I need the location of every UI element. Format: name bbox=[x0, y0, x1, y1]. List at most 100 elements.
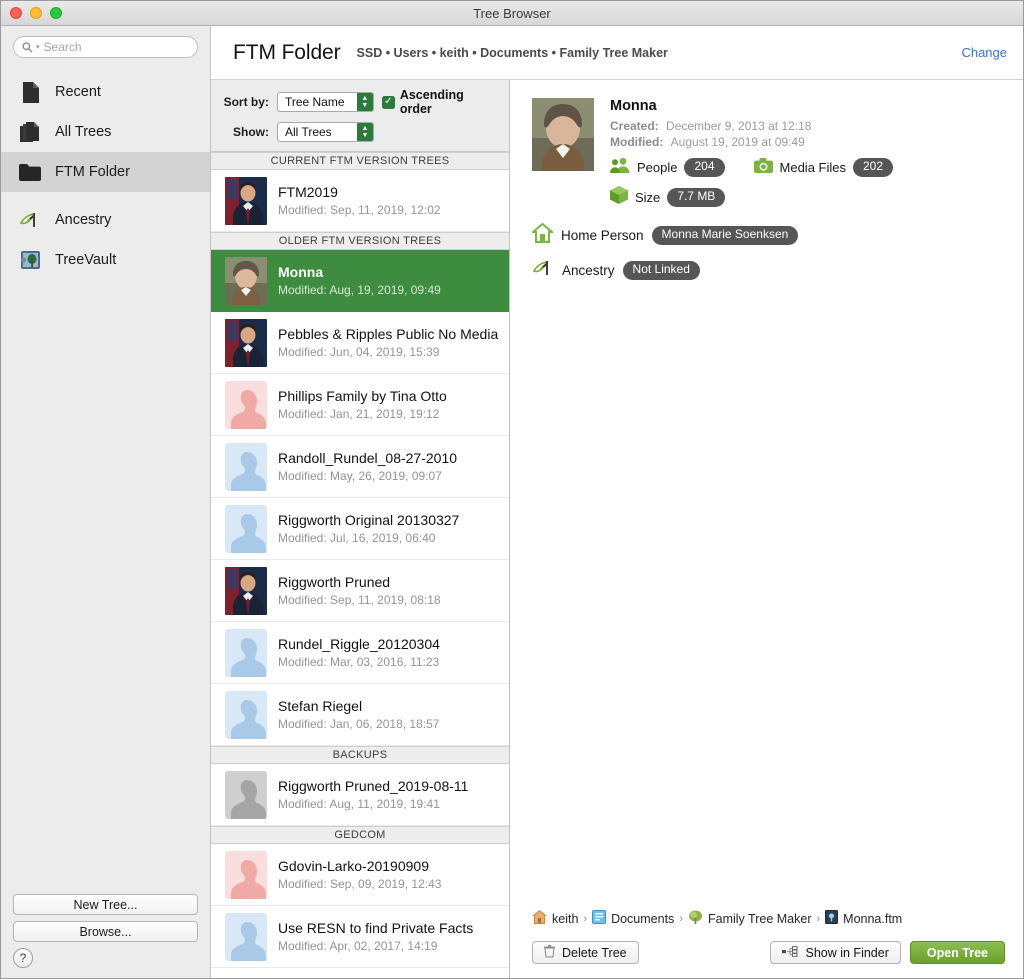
tree-list-item[interactable]: Use RESN to find Private Facts Modified: … bbox=[211, 906, 509, 968]
ancestry-value: Not Linked bbox=[622, 261, 700, 280]
tree-thumbnail bbox=[225, 504, 267, 553]
delete-tree-label: Delete Tree bbox=[562, 945, 627, 960]
sidebar-item-ancestry[interactable]: Ancestry bbox=[1, 200, 210, 240]
tree-item-name: Randoll_Rundel_08-27-2010 bbox=[278, 450, 458, 466]
ftm-file-icon bbox=[825, 910, 839, 927]
path-bar: keith › Documents › Family Tree Maker › Monna.… bbox=[532, 910, 1005, 927]
tree-list-item[interactable]: Riggworth Original 20130327 Modified: Jul… bbox=[211, 498, 509, 560]
detail-footer: keith › Documents › Family Tree Maker › Monna.… bbox=[510, 910, 1023, 978]
change-link[interactable]: Change bbox=[961, 45, 1007, 60]
tree-item-text: Use RESN to find Private Facts Modified: … bbox=[278, 920, 473, 953]
media-stat: Media Files 202 bbox=[753, 157, 894, 178]
tree-item-text: Phillips Family by Tina Otto Modified: Ja… bbox=[278, 388, 447, 421]
tree-thumbnail bbox=[225, 566, 267, 615]
tree-item-modified: Modified: Apr, 02, 2017, 14:19 bbox=[278, 939, 438, 953]
page-title: FTM Folder bbox=[233, 40, 341, 64]
document-icon bbox=[19, 81, 41, 103]
delete-tree-button[interactable]: Delete Tree bbox=[532, 941, 639, 964]
sidebar-item-ftm-folder[interactable]: FTM Folder bbox=[1, 152, 210, 192]
stats-row-1: People 204 Media Files 202 bbox=[610, 157, 1005, 178]
ancestry-label: Ancestry bbox=[562, 263, 615, 278]
modified-value: August 19, 2019 at 09:49 bbox=[670, 135, 805, 149]
new-tree-button[interactable]: New Tree... bbox=[13, 894, 198, 915]
action-buttons: Delete Tree Show in Finder Open Tree bbox=[532, 941, 1005, 964]
stats-row-2: Size 7.7 MB bbox=[610, 186, 1005, 209]
camera-icon bbox=[753, 157, 773, 178]
tree-item-name: Riggworth Original 20130327 bbox=[278, 512, 460, 528]
people-label: People bbox=[637, 160, 678, 175]
stepper-icon[interactable]: ▲ ▼ bbox=[356, 93, 373, 111]
tree-item-text: Riggworth Original 20130327 Modified: Jul… bbox=[278, 512, 459, 545]
tree-list-pane: Sort by: Tree Name ▲▼ ✓ Ascending order bbox=[211, 80, 510, 978]
tree-list-item[interactable]: Gdovin-Larko-20190909 Modified: Sep, 09, … bbox=[211, 844, 509, 906]
created-label: Created: bbox=[610, 119, 659, 133]
tree-list-item[interactable]: Randoll_Rundel_08-27-2010 Modified: May, … bbox=[211, 436, 509, 498]
sidebar-item-label: TreeVault bbox=[55, 252, 117, 268]
close-button[interactable] bbox=[10, 7, 22, 19]
media-count: 202 bbox=[852, 158, 894, 177]
sort-toolbar: Sort by: Tree Name ▲▼ ✓ Ascending order bbox=[211, 80, 509, 152]
tree-thumbnail bbox=[225, 256, 267, 305]
media-label: Media Files bbox=[779, 160, 846, 175]
sort-by-select[interactable]: Tree Name ▲ ▼ bbox=[276, 92, 374, 112]
tree-list-item[interactable]: Monna Modified: Aug, 19, 2019, 09:49 bbox=[211, 250, 509, 312]
tree-list[interactable]: CURRENT FTM VERSION TREES FTM2019 Modified… bbox=[211, 152, 509, 978]
show-in-finder-button[interactable]: Show in Finder bbox=[770, 941, 901, 964]
checkmark-icon: ✓ bbox=[381, 95, 395, 109]
size-label: Size bbox=[635, 190, 661, 205]
path-item[interactable]: Monna.ftm bbox=[825, 910, 902, 927]
tree-item-text: FTM2019 Modified: Sep, 11, 2019, 12:02 bbox=[278, 184, 441, 217]
tree-list-item[interactable]: Rundel_Riggle_20120304 Modified: Mar, 03,… bbox=[211, 622, 509, 684]
sort-by-row: Sort by: Tree Name ▲ ▼ ✓ Ascending order bbox=[221, 88, 499, 116]
zoom-button[interactable] bbox=[50, 7, 62, 19]
show-select[interactable]: All Trees ▲ ▼ bbox=[277, 122, 374, 142]
section-header: GEDCOM bbox=[211, 826, 509, 844]
path-item[interactable]: keith bbox=[532, 910, 578, 927]
ancestry-row: Ancestry Not Linked bbox=[532, 258, 1005, 283]
tree-list-item[interactable]: Stefan Riegel Modified: Jan, 06, 2018, 18… bbox=[211, 684, 509, 746]
minimize-button[interactable] bbox=[30, 7, 42, 19]
help-button[interactable]: ? bbox=[13, 948, 33, 968]
detail-links: Home Person Monna Marie Soenksen Ancestr… bbox=[530, 222, 1005, 283]
tree-item-name: Riggworth Pruned_2019-08-11 bbox=[278, 778, 469, 794]
tree-item-text: Riggworth Pruned_2019-08-11 Modified: Aug… bbox=[278, 778, 468, 811]
window-controls bbox=[1, 7, 62, 19]
home-icon bbox=[530, 222, 555, 248]
search-field[interactable]: ▾ bbox=[13, 36, 198, 58]
path-item-label: Monna.ftm bbox=[843, 911, 903, 926]
sidebar-item-all-trees[interactable]: All Trees bbox=[1, 112, 210, 152]
browse-button[interactable]: Browse... bbox=[13, 921, 198, 942]
tree-item-modified: Modified: Jul, 16, 2019, 06:40 bbox=[278, 531, 436, 545]
ancestry-leaf-icon bbox=[19, 209, 41, 231]
ascending-order-checkbox[interactable]: ✓ Ascending order bbox=[381, 88, 499, 116]
tree-list-item[interactable]: Pebbles & Ripples Public No Media Modifie… bbox=[211, 312, 509, 374]
sidebar-item-recent[interactable]: Recent bbox=[1, 72, 210, 112]
tree-thumbnail bbox=[225, 690, 267, 739]
chevron-down-icon[interactable]: ▾ bbox=[36, 43, 40, 51]
tree-item-modified: Modified: Jan, 06, 2018, 18:57 bbox=[278, 717, 440, 731]
tree-list-item[interactable]: FTM2019 Modified: Sep, 11, 2019, 12:02 bbox=[211, 170, 509, 232]
tree-item-name: Pebbles & Ripples Public No Media bbox=[278, 326, 499, 342]
path-separator: › bbox=[583, 912, 588, 925]
tree-thumbnail bbox=[225, 318, 267, 367]
detail-body: Monna Created: December 9, 2013 at 12:18… bbox=[510, 80, 1023, 910]
stepper-icon[interactable]: ▲ ▼ bbox=[357, 123, 373, 141]
sidebar-item-label: Ancestry bbox=[55, 212, 112, 228]
modified-row: Modified: August 19, 2019 at 09:49 bbox=[610, 135, 1005, 149]
home-person-row: Home Person Monna Marie Soenksen bbox=[530, 222, 1005, 248]
search-input[interactable] bbox=[43, 40, 189, 54]
tree-item-name: Gdovin-Larko-20190909 bbox=[278, 858, 429, 874]
tree-list-item[interactable]: Phillips Family by Tina Otto Modified: Ja… bbox=[211, 374, 509, 436]
tree-item-text: Pebbles & Ripples Public No Media Modifie… bbox=[278, 326, 498, 359]
path-item[interactable]: Documents bbox=[592, 910, 674, 927]
sidebar-item-treevault[interactable]: TreeVault bbox=[1, 240, 210, 280]
people-icon bbox=[610, 157, 630, 178]
path-item[interactable]: Family Tree Maker bbox=[688, 910, 811, 927]
tree-list-item[interactable]: Riggworth Pruned_2019-08-11 Modified: Aug… bbox=[211, 764, 509, 826]
tree-item-text: Gdovin-Larko-20190909 Modified: Sep, 09, … bbox=[278, 858, 441, 891]
tree-list-item[interactable]: Riggworth Pruned Modified: Sep, 11, 2019,… bbox=[211, 560, 509, 622]
ftm-app-icon bbox=[688, 910, 703, 927]
open-tree-button[interactable]: Open Tree bbox=[909, 941, 1005, 964]
avatar bbox=[532, 98, 594, 171]
window-title: Tree Browser bbox=[473, 5, 551, 21]
